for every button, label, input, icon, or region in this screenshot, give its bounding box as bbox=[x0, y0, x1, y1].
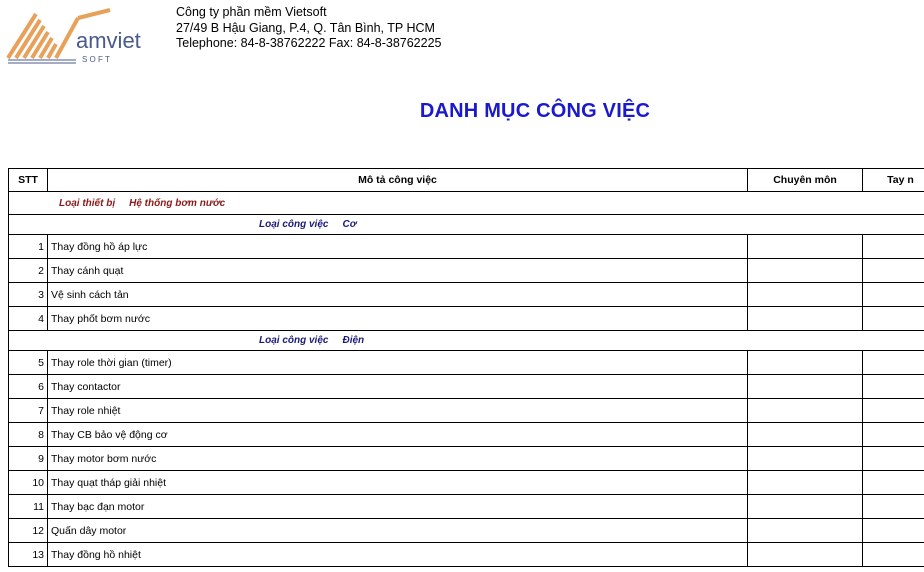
group-value: Hệ thống bơm nước bbox=[129, 197, 226, 209]
row-col4 bbox=[862, 282, 924, 307]
table-header-row: STT Mô tả công việc Chuyên môn Tay n bbox=[8, 168, 924, 192]
section-value: Cơ bbox=[342, 219, 357, 230]
row-description: Quấn dây motor bbox=[47, 518, 748, 543]
table-row: 1 Thay đồng hồ áp lực bbox=[8, 234, 924, 259]
row-col4 bbox=[862, 494, 924, 519]
row-skill bbox=[747, 374, 863, 399]
table-row: 7 Thay role nhiệt bbox=[8, 398, 924, 423]
company-address: 27/49 B Hậu Giang, P.4, Q. Tân Bình, TP … bbox=[176, 20, 435, 35]
row-skill bbox=[747, 470, 863, 495]
row-description: Thay đồng hồ áp lực bbox=[47, 234, 748, 259]
header-description: Mô tả công việc bbox=[47, 168, 748, 192]
table-row: 8 Thay CB bảo vệ động cơ bbox=[8, 422, 924, 447]
row-skill bbox=[747, 422, 863, 447]
header-stt: STT bbox=[8, 168, 48, 192]
row-skill bbox=[747, 518, 863, 543]
row-col4 bbox=[862, 374, 924, 399]
row-skill bbox=[747, 494, 863, 519]
table-row: 2 Thay cánh quạt bbox=[8, 258, 924, 283]
table-row: 11 Thay bạc đạn motor bbox=[8, 494, 924, 519]
row-stt: 2 bbox=[8, 258, 48, 283]
row-skill bbox=[747, 306, 863, 331]
row-skill bbox=[747, 446, 863, 471]
row-skill bbox=[747, 258, 863, 283]
section-value: Điện bbox=[342, 335, 365, 346]
row-stt: 1 bbox=[8, 234, 48, 259]
table-row: 3 Vệ sinh cách tản bbox=[8, 282, 924, 307]
company-name: Công ty phần mềm Vietsoft bbox=[176, 5, 327, 19]
group-label: Loại thiết bị bbox=[59, 197, 116, 209]
table-body: Loại thiết bị Hệ thống bơm nước Loại công… bbox=[8, 191, 924, 567]
row-col4 bbox=[862, 518, 924, 543]
table-row: 4 Thay phốt bơm nước bbox=[8, 306, 924, 331]
row-description: Thay contactor bbox=[47, 374, 748, 399]
row-stt: 7 bbox=[8, 398, 48, 423]
row-description: Thay motor bơm nước bbox=[47, 446, 748, 471]
row-description: Thay role nhiệt bbox=[47, 398, 748, 423]
row-stt: 12 bbox=[8, 518, 48, 543]
logo-wordmark: amviet bbox=[76, 28, 141, 53]
row-description: Thay quạt tháp giải nhiệt bbox=[47, 470, 748, 495]
row-description: Thay đồng hồ nhiệt bbox=[47, 542, 748, 567]
header-col4: Tay n bbox=[862, 168, 924, 192]
row-description: Vệ sinh cách tản bbox=[47, 282, 748, 307]
row-col4 bbox=[862, 306, 924, 331]
table-row: 9 Thay motor bơm nước bbox=[8, 446, 924, 471]
row-stt: 9 bbox=[8, 446, 48, 471]
section-row: Loại công việc Cơ bbox=[8, 214, 924, 235]
row-skill bbox=[747, 234, 863, 259]
section-row: Loại công việc Điện bbox=[8, 330, 924, 351]
table-row: 10 Thay quạt tháp giải nhiệt bbox=[8, 470, 924, 495]
row-description: Thay CB bảo vệ động cơ bbox=[47, 422, 748, 447]
row-stt: 3 bbox=[8, 282, 48, 307]
logo-subtext: S O F T bbox=[82, 55, 110, 64]
row-col4 bbox=[862, 470, 924, 495]
row-stt: 11 bbox=[8, 494, 48, 519]
row-stt: 5 bbox=[8, 350, 48, 375]
row-description: Thay phốt bơm nước bbox=[47, 306, 748, 331]
row-skill bbox=[747, 398, 863, 423]
row-skill bbox=[747, 542, 863, 567]
row-col4 bbox=[862, 542, 924, 567]
row-stt: 10 bbox=[8, 470, 48, 495]
section-label: Loại công việc bbox=[259, 219, 329, 230]
row-stt: 13 bbox=[8, 542, 48, 567]
namviet-logo-icon: amviet S O F T bbox=[6, 8, 141, 64]
table-row: 6 Thay contactor bbox=[8, 374, 924, 399]
header-skill: Chuyên môn bbox=[747, 168, 863, 192]
page-title: DANH MỤC CÔNG VIỆC bbox=[419, 100, 651, 122]
row-description: Thay cánh quạt bbox=[47, 258, 748, 283]
row-stt: 8 bbox=[8, 422, 48, 447]
row-col4 bbox=[862, 422, 924, 447]
row-stt: 6 bbox=[8, 374, 48, 399]
row-stt: 4 bbox=[8, 306, 48, 331]
table-row: 13 Thay đồng hồ nhiệt bbox=[8, 542, 924, 567]
row-col4 bbox=[862, 234, 924, 259]
row-col4 bbox=[862, 446, 924, 471]
task-table: STT Mô tả công việc Chuyên môn Tay n Loạ… bbox=[8, 168, 924, 567]
table-row: 12 Quấn dây motor bbox=[8, 518, 924, 543]
row-col4 bbox=[862, 350, 924, 375]
group-row: Loại thiết bị Hệ thống bơm nước bbox=[8, 191, 924, 215]
row-description: Thay role thời gian (timer) bbox=[47, 350, 748, 375]
table-row: 5 Thay role thời gian (timer) bbox=[8, 350, 924, 375]
row-skill bbox=[747, 282, 863, 307]
section-label: Loại công việc bbox=[259, 335, 329, 346]
row-description: Thay bạc đạn motor bbox=[47, 494, 748, 519]
company-logo: amviet S O F T bbox=[6, 6, 146, 66]
row-skill bbox=[747, 350, 863, 375]
company-info: Công ty phần mềm Vietsoft 27/49 B Hậu Gi… bbox=[176, 5, 442, 52]
row-col4 bbox=[862, 258, 924, 283]
company-contact: Telephone: 84-8-38762222 Fax: 84-8-38762… bbox=[176, 36, 442, 50]
row-col4 bbox=[862, 398, 924, 423]
